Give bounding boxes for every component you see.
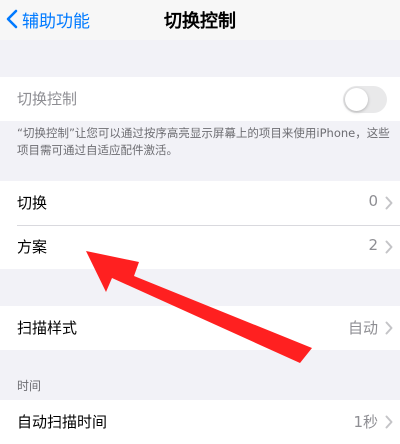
recipes-row[interactable]: 方案 2 (0, 225, 400, 269)
page-title: 切换控制 (164, 11, 236, 32)
switches-row[interactable]: 切换 0 (0, 181, 400, 225)
scan-style-group: 扫描样式 自动 (0, 306, 400, 350)
chevron-right-icon (385, 415, 393, 429)
auto-scan-time-value: 1秒 (353, 413, 378, 431)
switch-settings-group: 切换 0 方案 2 (0, 181, 400, 269)
switch-control-group: 切换控制 (0, 77, 400, 121)
recipes-label: 方案 (17, 238, 48, 256)
switch-control-label: 切换控制 (17, 90, 78, 108)
chevron-right-icon (385, 196, 393, 210)
switch-control-footer: “切换控制”让您可以通过按序高亮显示屏幕上的项目来使用iPhone，这些项目需可… (17, 126, 390, 157)
scan-style-row[interactable]: 扫描样式 自动 (0, 306, 400, 350)
scan-style-label: 扫描样式 (17, 319, 78, 337)
chevron-right-icon (385, 240, 393, 254)
timing-section-header: 时间 (17, 379, 42, 393)
scan-style-value: 自动 (347, 319, 378, 337)
timing-group: 自动扫描时间 1秒 (0, 400, 400, 444)
recipes-count: 2 (368, 236, 378, 254)
toggle-knob (345, 88, 368, 111)
auto-scan-time-label: 自动扫描时间 (17, 413, 108, 431)
switches-label: 切换 (17, 194, 48, 212)
switches-count: 0 (368, 192, 378, 210)
switch-control-toggle[interactable] (343, 86, 387, 113)
auto-scan-time-row[interactable]: 自动扫描时间 1秒 (0, 400, 400, 444)
chevron-right-icon (385, 321, 393, 335)
navigation-bar: 辅助功能 切换控制 (0, 0, 400, 40)
switch-control-row: 切换控制 (0, 77, 400, 121)
